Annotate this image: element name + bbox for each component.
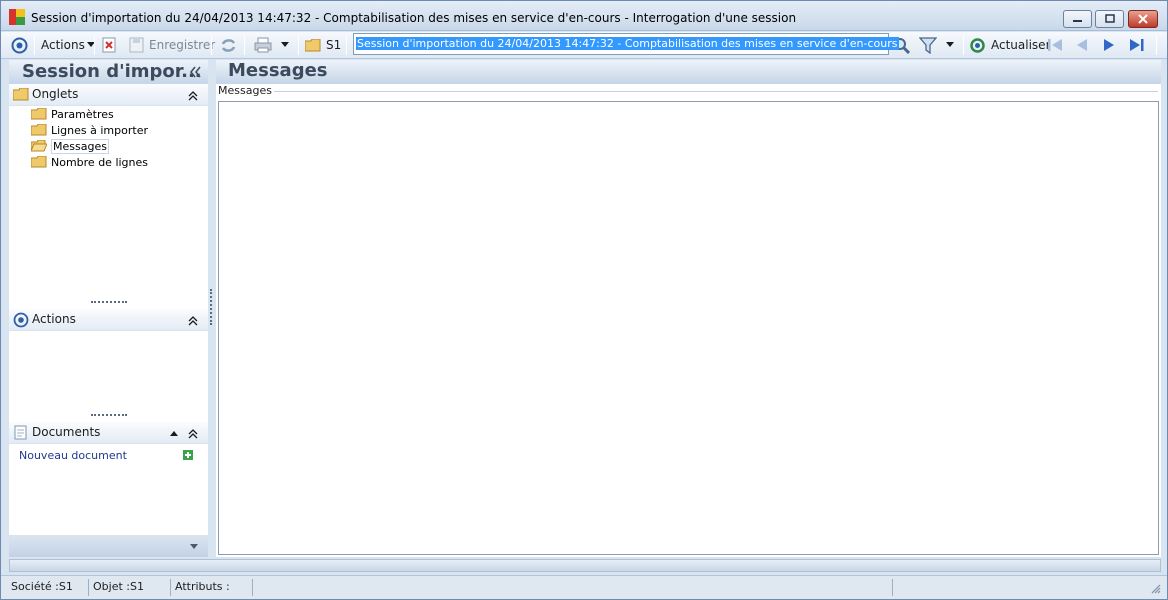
- tab-item-label: Paramètres: [51, 107, 114, 121]
- tab-item-label: Lignes à importer: [51, 123, 148, 137]
- panel-splitter[interactable]: [210, 289, 212, 325]
- restore-button[interactable]: [1095, 10, 1124, 28]
- folder-icon: [13, 88, 29, 101]
- chevron-up-icon[interactable]: [170, 431, 179, 437]
- collapse-section-icon[interactable]: [188, 91, 198, 101]
- horizontal-scrollbar[interactable]: [9, 559, 1161, 572]
- section-splitter[interactable]: [91, 414, 127, 416]
- save-icon: [129, 37, 144, 53]
- status-company: Société :S1: [9, 579, 89, 596]
- navigation-panel: Session d'impor... Onglets Paramètres Li…: [9, 60, 208, 557]
- next-record-button[interactable]: [1102, 35, 1117, 55]
- status-bar: Société :S1 Objet :S1 Attributs :: [1, 575, 1167, 599]
- actions-section-header[interactable]: Actions: [9, 309, 208, 331]
- panel-footer: [9, 535, 208, 557]
- tab-item-nombre-de-lignes[interactable]: Nombre de lignes: [31, 154, 148, 170]
- company-label: S1: [326, 38, 342, 52]
- resize-grip-icon[interactable]: [1151, 584, 1161, 594]
- company-selector[interactable]: S1: [305, 35, 341, 55]
- chevron-down-icon: [946, 42, 954, 47]
- section-splitter[interactable]: [91, 301, 127, 303]
- documents-section-title: Documents: [32, 425, 101, 439]
- last-record-button[interactable]: [1128, 35, 1145, 55]
- first-record-button[interactable]: [1047, 35, 1064, 55]
- messages-group-label: Messages: [218, 84, 274, 97]
- folder-icon: [31, 156, 47, 168]
- collapse-section-icon[interactable]: [188, 316, 198, 326]
- first-icon: [1048, 39, 1062, 51]
- tab-item-label: Messages: [51, 138, 109, 154]
- print-options-dropdown[interactable]: [281, 35, 290, 55]
- new-document-link[interactable]: Nouveau document: [19, 449, 127, 462]
- minimize-button[interactable]: [1063, 10, 1092, 28]
- close-icon: [1138, 14, 1148, 24]
- folder-icon: [31, 124, 47, 136]
- chevron-down-icon[interactable]: [190, 544, 199, 550]
- delete-button[interactable]: [102, 35, 116, 55]
- actions-section-title: Actions: [32, 312, 76, 326]
- filter-icon: [919, 36, 937, 54]
- content-header: Messages: [216, 60, 1161, 84]
- save-button[interactable]: Enregistrer: [129, 35, 215, 55]
- page-title: Messages: [228, 60, 328, 81]
- add-icon[interactable]: [183, 450, 193, 460]
- sync-button[interactable]: [220, 35, 237, 55]
- tab-item-label: Nombre de lignes: [51, 155, 149, 169]
- refresh-label: Actualiser: [991, 38, 1051, 52]
- last-icon: [1130, 39, 1144, 51]
- tab-item-parametres[interactable]: Paramètres: [31, 106, 114, 122]
- filter-options-dropdown[interactable]: [946, 35, 955, 55]
- group-divider: [268, 91, 1158, 92]
- folder-icon: [305, 38, 321, 51]
- collapse-section-icon[interactable]: [188, 429, 198, 439]
- target-icon: [13, 312, 29, 328]
- window-title: Session d'importation du 24/04/2013 14:4…: [31, 11, 797, 25]
- previous-record-button[interactable]: [1074, 35, 1089, 55]
- status-object: Objet :S1: [91, 579, 171, 596]
- main-content: Messages Messages: [216, 60, 1161, 557]
- tab-item-lignes-a-importer[interactable]: Lignes à importer: [31, 122, 148, 138]
- printer-icon: [254, 37, 272, 53]
- next-icon: [1104, 39, 1114, 51]
- status-message: [255, 579, 893, 596]
- status-attributes: Attributs :: [173, 579, 253, 596]
- panel-header: Session d'impor...: [9, 60, 208, 84]
- session-search-input[interactable]: Session d'importation du 24/04/2013 14:4…: [353, 33, 899, 55]
- previous-icon: [1077, 39, 1087, 51]
- panel-title: Session d'impor...: [22, 61, 202, 82]
- tabs-section-title: Onglets: [32, 87, 79, 101]
- app-logo-icon: [9, 9, 25, 25]
- delete-icon: [102, 37, 116, 53]
- search-input-value: Session d'importation du 24/04/2013 14:4…: [356, 37, 899, 50]
- print-button[interactable]: [254, 35, 272, 55]
- options-button[interactable]: [11, 35, 28, 55]
- actions-menu-button[interactable]: Actions: [41, 35, 96, 55]
- refresh-button[interactable]: Actualiser: [969, 35, 1051, 55]
- sync-icon: [221, 38, 236, 52]
- refresh-icon: [970, 37, 985, 53]
- save-label: Enregistrer: [149, 38, 216, 52]
- collapse-panel-icon[interactable]: [189, 66, 201, 78]
- target-icon: [11, 37, 28, 53]
- minimize-icon: [1073, 20, 1082, 22]
- open-folder-icon: [31, 140, 47, 152]
- messages-list[interactable]: [218, 101, 1159, 555]
- restore-icon: [1105, 14, 1115, 23]
- documents-section-header[interactable]: Documents: [9, 422, 208, 444]
- tabs-section-header[interactable]: Onglets: [9, 84, 208, 106]
- actions-menu-label: Actions: [41, 38, 85, 52]
- filter-button[interactable]: [919, 35, 937, 55]
- folder-icon: [31, 108, 47, 120]
- document-icon: [14, 425, 27, 440]
- application-window: Session d'importation du 24/04/2013 14:4…: [0, 0, 1168, 600]
- title-bar: Session d'importation du 24/04/2013 14:4…: [1, 1, 1167, 31]
- close-button[interactable]: [1128, 10, 1158, 28]
- chevron-down-icon: [281, 42, 289, 47]
- tab-item-messages[interactable]: Messages: [31, 138, 109, 154]
